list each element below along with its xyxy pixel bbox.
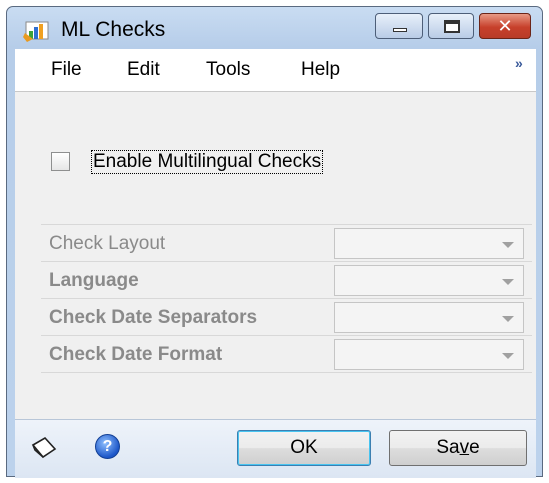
minimize-icon [393,28,407,32]
menu-tools[interactable]: Tools [206,59,250,81]
maximize-button[interactable] [428,13,474,39]
save-label-suffix: e [469,437,480,458]
window-title: ML Checks [61,18,166,41]
app-icon [23,21,49,42]
save-label-mnemonic: v [459,437,470,458]
save-button[interactable]: Save [389,430,527,466]
dropdown-arrow-icon[interactable] [502,242,514,248]
language-row: Language [41,262,532,299]
ml-checks-window: ML Checks ✕ File Edit Tools Help » Enabl… [6,6,543,478]
maximize-icon [444,20,460,33]
enable-multilingual-label[interactable]: Enable Multilingual Checks [91,150,324,174]
check-layout-label: Check Layout [49,233,166,254]
check-layout-row: Check Layout [41,225,532,262]
main-panel: Enable Multilingual Checks Check Layout … [15,91,536,419]
menu-file[interactable]: File [51,59,82,81]
menu-bar: File Edit Tools Help » [15,49,536,91]
dropdown-arrow-icon[interactable] [502,316,514,322]
check-date-format-label: Check Date Format [49,344,223,365]
note-icon[interactable] [29,435,59,461]
check-date-separators-dropdown[interactable] [334,302,524,333]
enable-multilingual-checkbox[interactable] [51,152,70,171]
check-date-separators-label: Check Date Separators [49,307,258,328]
language-label: Language [49,270,139,291]
check-layout-dropdown[interactable] [334,228,524,259]
settings-grid: Check Layout Language Check Date Separat… [41,224,532,373]
save-label-prefix: Sa [436,437,460,458]
title-bar[interactable]: ML Checks ✕ [7,7,542,49]
check-date-format-row: Check Date Format [41,336,532,373]
ok-button[interactable]: OK [237,430,371,466]
dropdown-arrow-icon[interactable] [502,353,514,359]
menu-edit[interactable]: Edit [127,59,160,81]
help-icon[interactable]: ? [95,434,120,459]
bottom-bar: ? OK Save [15,419,536,478]
dropdown-arrow-icon[interactable] [502,279,514,285]
check-date-separators-row: Check Date Separators [41,299,532,336]
minimize-button[interactable] [375,13,423,39]
menu-help[interactable]: Help [301,59,340,81]
close-button[interactable]: ✕ [479,13,531,39]
language-dropdown[interactable] [334,265,524,296]
close-icon: ✕ [497,16,513,36]
check-date-format-dropdown[interactable] [334,339,524,370]
menu-overflow-chevron-icon[interactable]: » [515,55,523,71]
